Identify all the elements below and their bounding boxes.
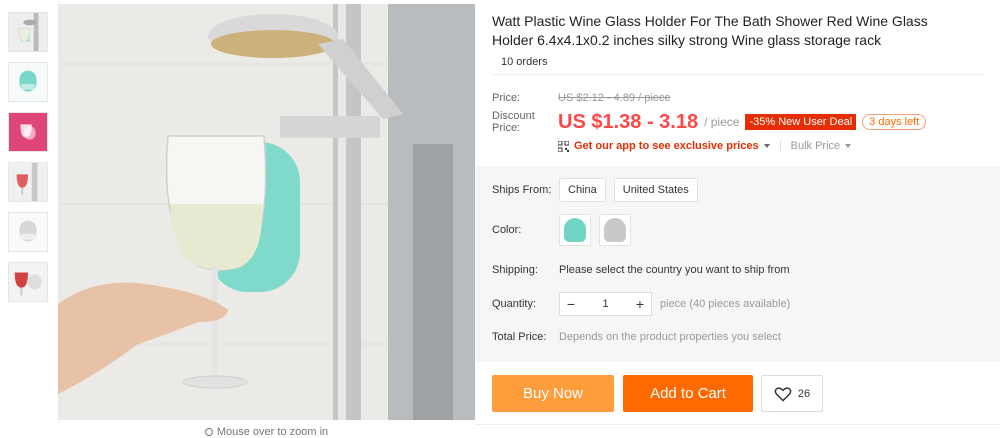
- chevron-down-icon[interactable]: [763, 144, 770, 148]
- color-option-gray[interactable]: [599, 214, 631, 246]
- order-count: 10 orders: [492, 56, 984, 75]
- divider: [475, 424, 1000, 425]
- quantity-available: piece (40 pieces available): [660, 298, 791, 310]
- get-app-link[interactable]: Get our app to see exclusive prices: [574, 140, 759, 152]
- divider: [779, 141, 781, 151]
- chevron-down-icon[interactable]: [845, 144, 852, 148]
- heart-icon: [774, 386, 792, 402]
- days-left-badge: 3 days left: [862, 114, 927, 130]
- original-price: US $2.12 - 4.89 / piece: [558, 92, 671, 104]
- price-label: Price:: [492, 92, 521, 104]
- bulk-price-link[interactable]: Bulk Price: [791, 140, 841, 152]
- buy-now-button[interactable]: Buy Now: [492, 375, 614, 412]
- decrease-quantity-button[interactable]: −: [560, 296, 582, 312]
- color-option-teal[interactable]: [559, 214, 591, 246]
- quantity-input[interactable]: [582, 298, 629, 310]
- total-price-text: Depends on the product properties you se…: [559, 331, 781, 343]
- thumbnail-1[interactable]: [8, 12, 48, 52]
- ships-from-label: Ships From:: [492, 184, 552, 196]
- quantity-label: Quantity:: [492, 298, 537, 310]
- purchase-actions: Buy Now Add to Cart 26: [492, 375, 823, 412]
- increase-quantity-button[interactable]: +: [629, 296, 651, 312]
- thumbnail-5[interactable]: [8, 212, 48, 252]
- thumbnail-3[interactable]: [8, 112, 48, 152]
- product-info: Watt Plastic Wine Glass Holder For The B…: [492, 12, 992, 75]
- thumbnail-6[interactable]: [8, 262, 48, 302]
- ships-from-united-states[interactable]: United States: [613, 178, 698, 202]
- new-user-deal-badge: -35% New User Deal: [745, 114, 857, 130]
- ships-from-china[interactable]: China: [559, 178, 606, 202]
- wishlist-count: 26: [797, 387, 811, 400]
- per-piece-unit: / piece: [704, 115, 740, 129]
- price-block: Price: US $2.12 - 4.89 / piece Discount …: [492, 90, 992, 152]
- discount-price: US $1.38 - 3.18: [558, 110, 699, 133]
- add-to-cart-button[interactable]: Add to Cart: [623, 375, 753, 412]
- magnifier-icon: [204, 428, 213, 436]
- main-product-image[interactable]: [58, 4, 475, 420]
- teal-swatch: [564, 218, 586, 242]
- gray-swatch: [604, 218, 626, 242]
- quantity-stepper[interactable]: − +: [559, 292, 652, 316]
- thumbnail-4[interactable]: [8, 162, 48, 202]
- product-title: Watt Plastic Wine Glass Holder For The B…: [492, 13, 928, 48]
- shipping-message: Please select the country you want to sh…: [559, 264, 790, 276]
- total-price-label: Total Price:: [492, 331, 547, 343]
- thumbnail-2[interactable]: [8, 62, 48, 102]
- product-properties: Ships From: China United States Color: S…: [475, 166, 1000, 362]
- product-photo: [58, 4, 475, 420]
- qr-code-icon: [558, 140, 569, 152]
- thumbnail-list: [8, 12, 50, 312]
- shipping-label: Shipping:: [492, 264, 538, 276]
- wishlist-button[interactable]: 26: [761, 375, 823, 412]
- zoom-hint-text: Mouse over to zoom in: [216, 426, 329, 438]
- discount-price-label: Discount Price:: [492, 110, 535, 134]
- color-label: Color:: [492, 224, 522, 236]
- zoom-hint: Mouse over to zoom in: [58, 426, 475, 438]
